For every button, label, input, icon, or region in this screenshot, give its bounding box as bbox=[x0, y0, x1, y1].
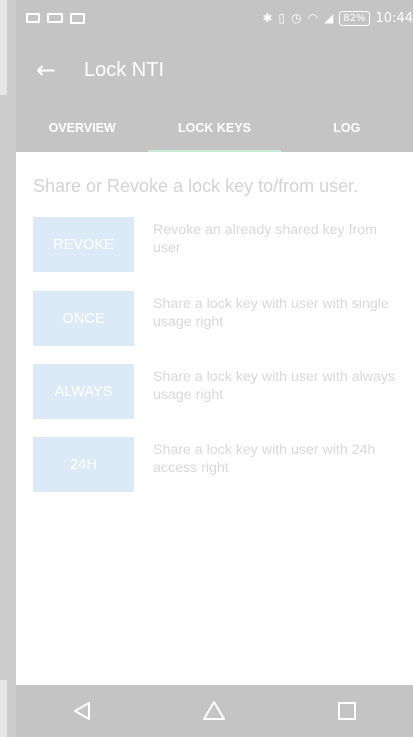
revoke-description: Revoke an already shared key from user bbox=[153, 222, 377, 256]
cast-icon bbox=[47, 13, 63, 23]
app-bar: ← Lock NTI bbox=[16, 36, 413, 104]
app-screen: ✱ ▯ ◷ ◠ ◢ 82% 10:44 ← Lock NTI OVERVIEW … bbox=[16, 0, 413, 737]
image-icon bbox=[26, 13, 40, 23]
action-row-once: ONCE Share a lock key with user with sin… bbox=[33, 291, 413, 346]
action-row-24h: 24H Share a lock key with user with 24h … bbox=[33, 437, 413, 492]
tab-bar: OVERVIEW LOCK KEYS LOG bbox=[16, 104, 413, 152]
once-button[interactable]: ONCE bbox=[33, 291, 134, 346]
bluetooth-icon: ✱ bbox=[262, 11, 273, 25]
once-description: Share a lock key with user with single u… bbox=[153, 296, 389, 330]
alarm-icon: ◷ bbox=[291, 11, 302, 25]
back-triangle-icon[interactable] bbox=[62, 691, 102, 731]
mail-icon bbox=[70, 12, 85, 24]
status-bar: ✱ ▯ ◷ ◠ ◢ 82% 10:44 bbox=[16, 0, 413, 36]
home-icon[interactable] bbox=[194, 691, 234, 731]
always-button[interactable]: ALWAYS bbox=[33, 364, 134, 419]
lock-keys-panel: Share or Revoke a lock key to/from user.… bbox=[16, 152, 413, 685]
arrow-left-icon[interactable]: ← bbox=[36, 56, 60, 84]
action-row-revoke: REVOKE Revoke an already shared key from… bbox=[33, 217, 413, 272]
vibrate-icon: ▯ bbox=[278, 11, 286, 25]
battery-level: 82% bbox=[343, 12, 366, 24]
recents-icon[interactable] bbox=[327, 691, 367, 731]
signal-icon: ◢ bbox=[324, 11, 334, 25]
revoke-button[interactable]: REVOKE bbox=[33, 217, 134, 272]
page-heading: Share or Revoke a lock key to/from user. bbox=[33, 176, 359, 196]
background-window-edge bbox=[0, 0, 16, 737]
action-row-always: ALWAYS Share a lock key with user with a… bbox=[33, 364, 413, 419]
24h-description: Share a lock key with user with 24h acce… bbox=[153, 442, 376, 476]
app-title: Lock NTI bbox=[84, 58, 165, 81]
tab-overview[interactable]: OVERVIEW bbox=[16, 104, 148, 152]
system-nav-bar bbox=[16, 685, 413, 737]
tab-log[interactable]: LOG bbox=[281, 104, 413, 152]
tab-lock-keys[interactable]: LOCK KEYS bbox=[148, 104, 281, 152]
24h-button[interactable]: 24H bbox=[33, 437, 134, 492]
status-time: 10:44 bbox=[375, 10, 413, 26]
wifi-icon: ◠ bbox=[307, 11, 319, 25]
always-description: Share a lock key with user with always u… bbox=[153, 369, 396, 403]
battery-icon: 82% bbox=[339, 10, 370, 26]
